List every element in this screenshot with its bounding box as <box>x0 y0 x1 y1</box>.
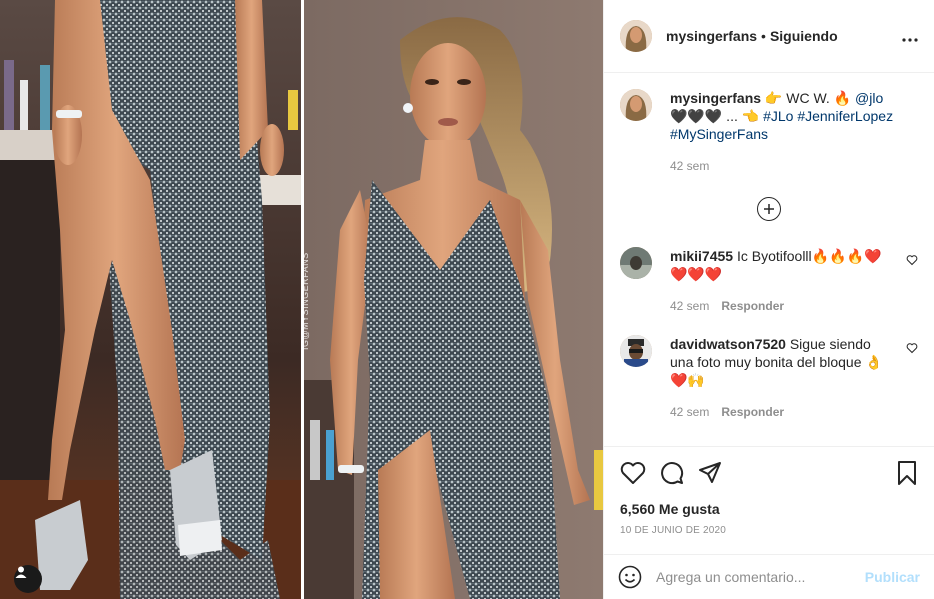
avatar[interactable] <box>620 89 652 121</box>
hashtag-link[interactable]: #JLo <box>763 108 793 124</box>
post-media[interactable]: IG@MYSINGERFANS <box>0 0 603 599</box>
reply-button[interactable]: Responder <box>721 299 784 313</box>
post-header: mysingerfans • Siguiendo <box>604 0 934 73</box>
instagram-post: IG@MYSINGERFANS mysingerfans • Siguiendo <box>0 0 934 599</box>
photo-watermark: IG@MYSINGERFANS <box>300 252 310 350</box>
publish-button[interactable]: Publicar <box>865 569 920 585</box>
comment-text: davidwatson7520 Sigue siendo una foto mu… <box>670 335 896 389</box>
caption-text-part: 👉 WC W. 🔥 <box>761 90 856 106</box>
load-more-comments[interactable] <box>620 197 918 221</box>
caption: mysingerfans 👉 WC W. 🔥 @jlo 🖤🖤🖤 ... 👈 #J… <box>620 89 918 143</box>
caption-time[interactable]: 42 sem <box>670 159 709 173</box>
heart-icon[interactable] <box>906 253 918 269</box>
more-options-icon[interactable] <box>902 27 918 45</box>
header-dot: • <box>761 28 766 44</box>
share-icon[interactable] <box>698 461 722 485</box>
bookmark-icon[interactable] <box>896 461 918 485</box>
user-tag-icon[interactable] <box>14 565 42 593</box>
post-side-panel: mysingerfans • Siguiendo mysingerfans 👉 <box>603 0 934 599</box>
reply-button[interactable]: Responder <box>721 405 784 419</box>
comment-text: mikii7455 Ic Byotifoolll🔥🔥🔥❤️❤️❤️❤️ <box>670 247 896 283</box>
heart-icon[interactable] <box>620 461 646 485</box>
caption-meta: 42 sem <box>670 159 918 173</box>
header-username[interactable]: mysingerfans <box>666 28 757 44</box>
action-bar <box>620 447 918 495</box>
caption-username[interactable]: mysingerfans <box>670 90 761 106</box>
post-actions-area: 6,560 Me gusta 10 DE JUNIO DE 2020 <box>604 446 934 554</box>
avatar[interactable] <box>620 20 652 52</box>
comment-username[interactable]: davidwatson7520 <box>670 336 786 352</box>
heart-icon[interactable] <box>906 341 918 357</box>
hashtag-link[interactable]: #MySingerFans <box>670 126 768 142</box>
comment-icon[interactable] <box>660 461 684 485</box>
comment-meta: 42 sem Responder <box>670 405 918 419</box>
hashtag-link[interactable]: #JenniferLopez <box>797 108 893 124</box>
comment-input[interactable] <box>656 569 857 585</box>
comment-item: davidwatson7520 Sigue siendo una foto mu… <box>620 335 918 389</box>
comment-time[interactable]: 42 sem <box>670 405 709 419</box>
comment-time[interactable]: 42 sem <box>670 299 709 313</box>
caption-text: mysingerfans 👉 WC W. 🔥 @jlo 🖤🖤🖤 ... 👈 #J… <box>670 89 896 143</box>
comments-list[interactable]: mysingerfans 👉 WC W. 🔥 @jlo 🖤🖤🖤 ... 👈 #J… <box>604 73 934 446</box>
likes-count[interactable]: 6,560 Me gusta <box>620 501 918 517</box>
mention-link[interactable]: @jlo <box>855 90 883 106</box>
comment-username[interactable]: mikii7455 <box>670 248 733 264</box>
add-comment-bar: Publicar <box>604 554 934 599</box>
avatar[interactable] <box>620 247 652 279</box>
avatar[interactable] <box>620 335 652 367</box>
comment-meta: 42 sem Responder <box>670 299 918 313</box>
post-date[interactable]: 10 DE JUNIO DE 2020 <box>620 525 918 536</box>
caption-text-part: 🖤🖤🖤 ... 👈 <box>670 108 764 124</box>
comment-item: mikii7455 Ic Byotifoolll🔥🔥🔥❤️❤️❤️❤️ <box>620 247 918 283</box>
following-button[interactable]: Siguiendo <box>770 28 838 44</box>
emoji-icon[interactable] <box>618 565 642 589</box>
plus-circle-icon[interactable] <box>757 197 781 221</box>
